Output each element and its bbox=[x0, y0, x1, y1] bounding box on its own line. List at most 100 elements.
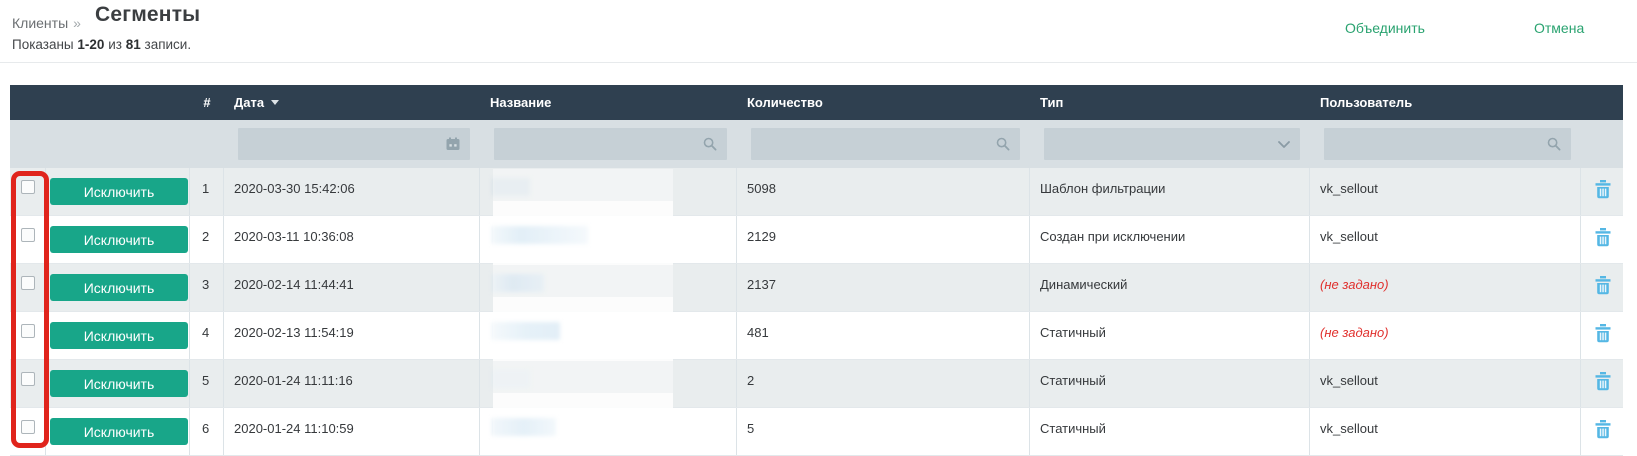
row-type: Статичный bbox=[1030, 312, 1310, 359]
user-filter-cell bbox=[1310, 120, 1581, 168]
row-select-cell bbox=[10, 216, 46, 263]
header-name: Название bbox=[490, 95, 552, 110]
row-date: 2020-03-30 15:42:06 bbox=[224, 168, 480, 215]
row-number: 6 bbox=[190, 408, 224, 455]
row-checkbox[interactable] bbox=[21, 372, 35, 386]
row-date: 2020-03-11 10:36:08 bbox=[224, 216, 480, 263]
header-select-column bbox=[10, 85, 46, 120]
type-filter-select[interactable] bbox=[1044, 128, 1300, 160]
row-user: (не задано) bbox=[1310, 264, 1581, 311]
row-type: Статичный bbox=[1030, 408, 1310, 455]
breadcrumb-parent-link[interactable]: Клиенты bbox=[12, 15, 68, 31]
quantity-filter-cell bbox=[737, 120, 1030, 168]
row-quantity: 481 bbox=[737, 312, 1030, 359]
summary-records-label: записи. bbox=[144, 37, 192, 52]
row-date: 2020-01-24 11:10:59 bbox=[224, 408, 480, 455]
redacted-name-blur bbox=[492, 274, 544, 292]
row-date: 2020-01-24 11:11:16 bbox=[224, 360, 480, 407]
row-actions bbox=[1581, 264, 1623, 311]
name-filter-input[interactable] bbox=[494, 128, 727, 160]
header-quantity: Количество bbox=[747, 95, 823, 110]
redacted-name-blur bbox=[492, 226, 588, 244]
row-exclude-cell: Исключить bbox=[46, 216, 190, 263]
type-filter-cell bbox=[1030, 120, 1310, 168]
table-row: Исключить 2 2020-03-11 10:36:08 2129 Соз… bbox=[10, 216, 1623, 264]
row-quantity: 2129 bbox=[737, 216, 1030, 263]
row-name-redacted bbox=[480, 264, 737, 311]
row-select-cell bbox=[10, 360, 46, 407]
row-quantity: 2137 bbox=[737, 264, 1030, 311]
table-row: Исключить 1 2020-03-30 15:42:06 5098 Шаб… bbox=[10, 168, 1623, 216]
name-filter-cell bbox=[480, 120, 737, 168]
table-row: Исключить 6 2020-01-24 11:10:59 5 Статич… bbox=[10, 408, 1623, 456]
exclude-button[interactable]: Исключить bbox=[50, 178, 188, 205]
row-select-cell bbox=[10, 408, 46, 455]
header-exclude-column bbox=[46, 85, 190, 120]
row-type: Статичный bbox=[1030, 360, 1310, 407]
trash-icon[interactable] bbox=[1595, 228, 1611, 247]
row-type: Создан при исключении bbox=[1030, 216, 1310, 263]
header-divider bbox=[0, 62, 1637, 63]
header-user: Пользователь bbox=[1320, 95, 1413, 110]
row-date: 2020-02-14 11:44:41 bbox=[224, 264, 480, 311]
row-name-redacted bbox=[480, 312, 737, 359]
row-checkbox[interactable] bbox=[21, 324, 35, 338]
row-checkbox[interactable] bbox=[21, 420, 35, 434]
header-actions-column bbox=[1581, 85, 1623, 120]
row-date: 2020-02-13 11:54:19 bbox=[224, 312, 480, 359]
row-checkbox[interactable] bbox=[21, 228, 35, 242]
row-user: vk_sellout bbox=[1310, 360, 1581, 407]
breadcrumb-separator: » bbox=[73, 15, 81, 31]
user-filter-input[interactable] bbox=[1324, 128, 1571, 160]
exclude-button[interactable]: Исключить bbox=[50, 370, 188, 397]
trash-icon[interactable] bbox=[1595, 180, 1611, 199]
date-filter-input[interactable] bbox=[238, 128, 470, 160]
row-name-redacted bbox=[480, 168, 737, 215]
trash-icon[interactable] bbox=[1595, 420, 1611, 439]
filter-empty-select bbox=[10, 120, 46, 168]
row-user: vk_sellout bbox=[1310, 216, 1581, 263]
summary-range: 1-20 bbox=[77, 37, 105, 52]
row-quantity: 2 bbox=[737, 360, 1030, 407]
row-number: 2 bbox=[190, 216, 224, 263]
exclude-button[interactable]: Исключить bbox=[50, 322, 188, 349]
row-exclude-cell: Исключить bbox=[46, 264, 190, 311]
row-select-cell bbox=[10, 264, 46, 311]
redacted-name-blur bbox=[492, 322, 560, 340]
row-actions bbox=[1581, 360, 1623, 407]
trash-icon[interactable] bbox=[1595, 324, 1611, 343]
merge-button[interactable]: Объединить bbox=[1345, 20, 1425, 36]
redacted-name-blur bbox=[492, 370, 530, 388]
row-checkbox[interactable] bbox=[21, 276, 35, 290]
records-summary: Показаны 1-20 из 81 записи. bbox=[12, 37, 191, 52]
row-name-redacted bbox=[480, 408, 737, 455]
segments-table: # Дата Название Количество Тип Пользоват… bbox=[10, 85, 1623, 456]
exclude-button[interactable]: Исключить bbox=[50, 274, 188, 301]
row-select-cell bbox=[10, 168, 46, 215]
filter-empty-actions bbox=[1581, 120, 1623, 168]
trash-icon[interactable] bbox=[1595, 372, 1611, 391]
header-date[interactable]: Дата bbox=[224, 85, 480, 120]
table-row: Исключить 5 2020-01-24 11:11:16 2 Статич… bbox=[10, 360, 1623, 408]
cancel-button[interactable]: Отмена bbox=[1534, 20, 1584, 36]
trash-icon[interactable] bbox=[1595, 276, 1611, 295]
exclude-button[interactable]: Исключить bbox=[50, 226, 188, 253]
row-name-redacted bbox=[480, 216, 737, 263]
row-number: 4 bbox=[190, 312, 224, 359]
row-exclude-cell: Исключить bbox=[46, 312, 190, 359]
table-header-row: # Дата Название Количество Тип Пользоват… bbox=[10, 85, 1623, 120]
page-title: Сегменты bbox=[95, 3, 201, 26]
row-exclude-cell: Исключить bbox=[46, 360, 190, 407]
table-row: Исключить 4 2020-02-13 11:54:19 481 Стат… bbox=[10, 312, 1623, 360]
quantity-filter-input[interactable] bbox=[751, 128, 1020, 160]
row-checkbox[interactable] bbox=[21, 180, 35, 194]
exclude-button[interactable]: Исключить bbox=[50, 418, 188, 445]
row-number: 5 bbox=[190, 360, 224, 407]
redacted-name-blur bbox=[492, 418, 556, 436]
row-user: (не задано) bbox=[1310, 312, 1581, 359]
segments-page: Клиенты » Сегменты Показаны 1-20 из 81 за… bbox=[0, 0, 1637, 456]
row-number: 3 bbox=[190, 264, 224, 311]
filter-empty-number bbox=[190, 120, 224, 168]
summary-of-label: из bbox=[108, 37, 122, 52]
row-user: vk_sellout bbox=[1310, 168, 1581, 215]
